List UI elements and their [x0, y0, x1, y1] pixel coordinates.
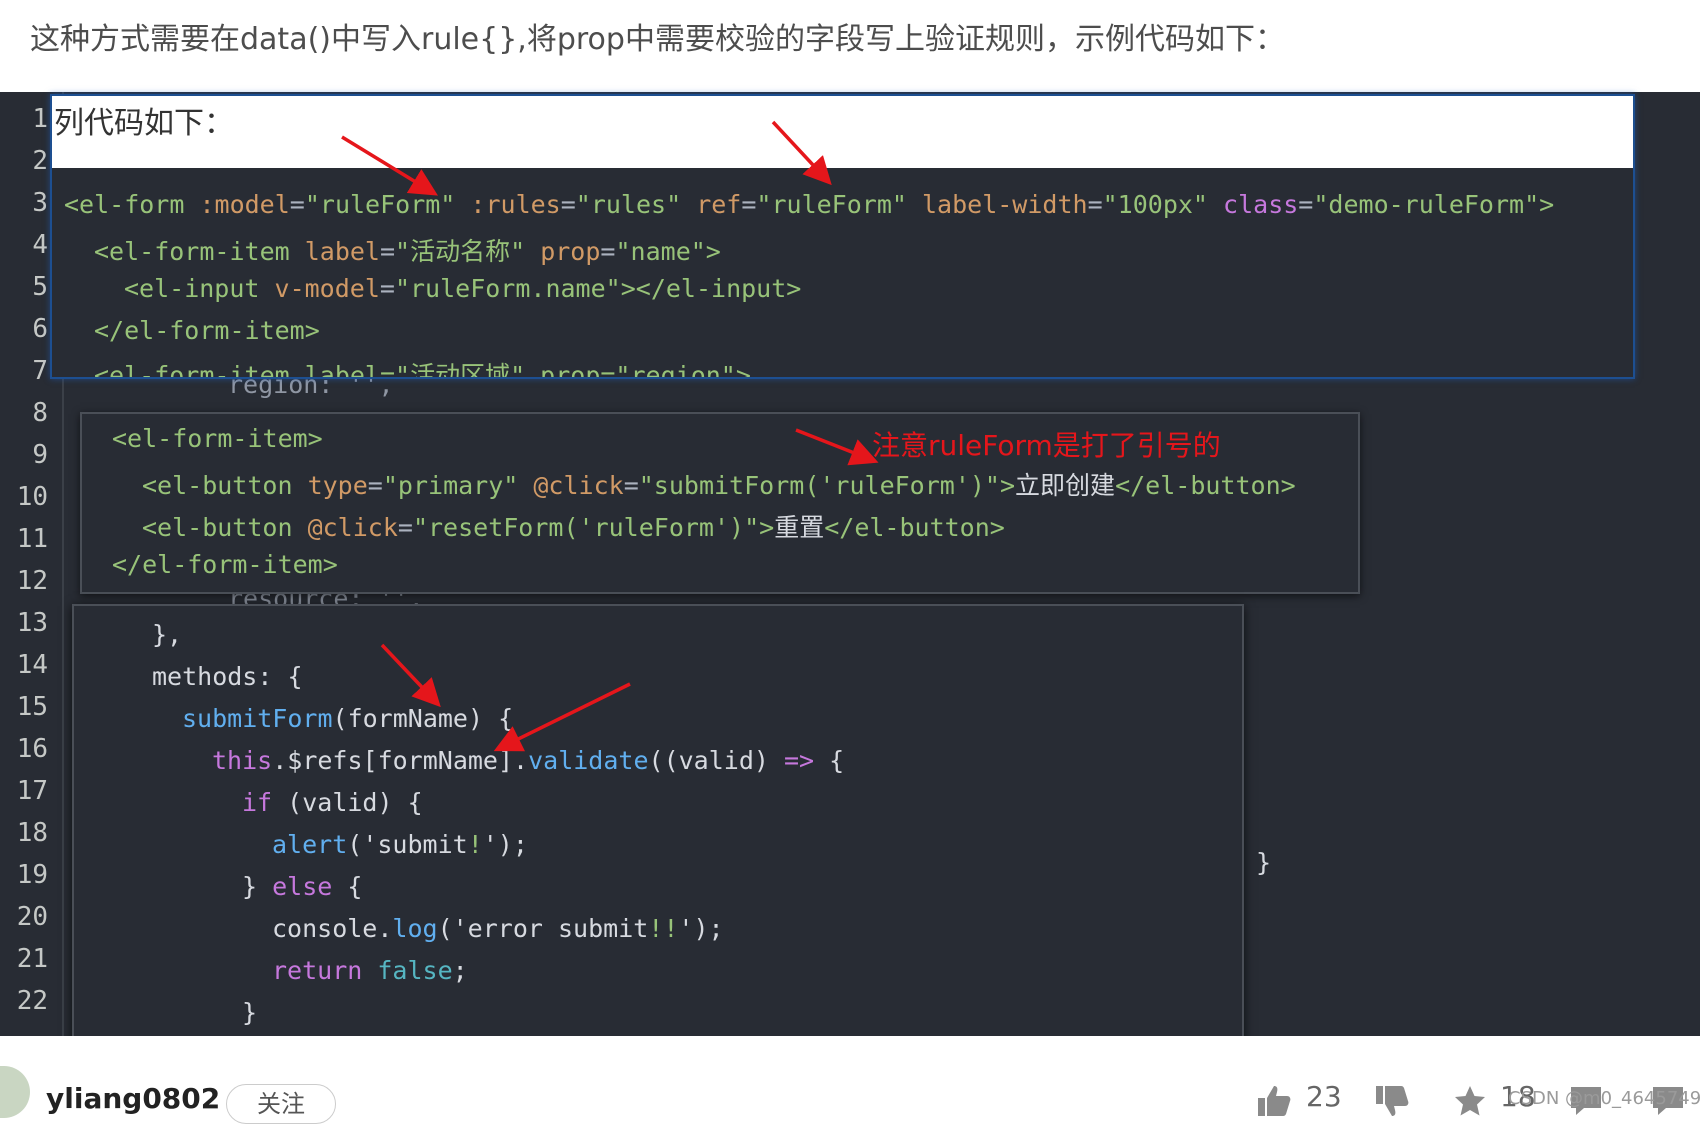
- arrow-ref-icon: [771, 120, 832, 186]
- thumbs-down-icon[interactable]: [1374, 1084, 1410, 1118]
- annotation-arrows: [341, 120, 879, 752]
- star-icon[interactable]: [1452, 1084, 1488, 1118]
- author-name[interactable]: yliang0802: [46, 1082, 220, 1115]
- like-count: 23: [1306, 1080, 1342, 1113]
- arrow-refs-icon: [493, 682, 631, 752]
- avatar[interactable]: [0, 1066, 30, 1118]
- arrow-note-icon: [795, 428, 879, 466]
- thumbs-up-icon[interactable]: [1256, 1084, 1292, 1118]
- arrow-formname-icon: [380, 643, 441, 708]
- arrow-model-icon: [341, 135, 438, 196]
- author-bar: yliang0802 关注 23 18 CSDN @m0_46457497: [0, 1036, 1700, 1124]
- follow-button[interactable]: 关注: [226, 1084, 336, 1124]
- watermark: CSDN @m0_46457497: [1508, 1088, 1700, 1109]
